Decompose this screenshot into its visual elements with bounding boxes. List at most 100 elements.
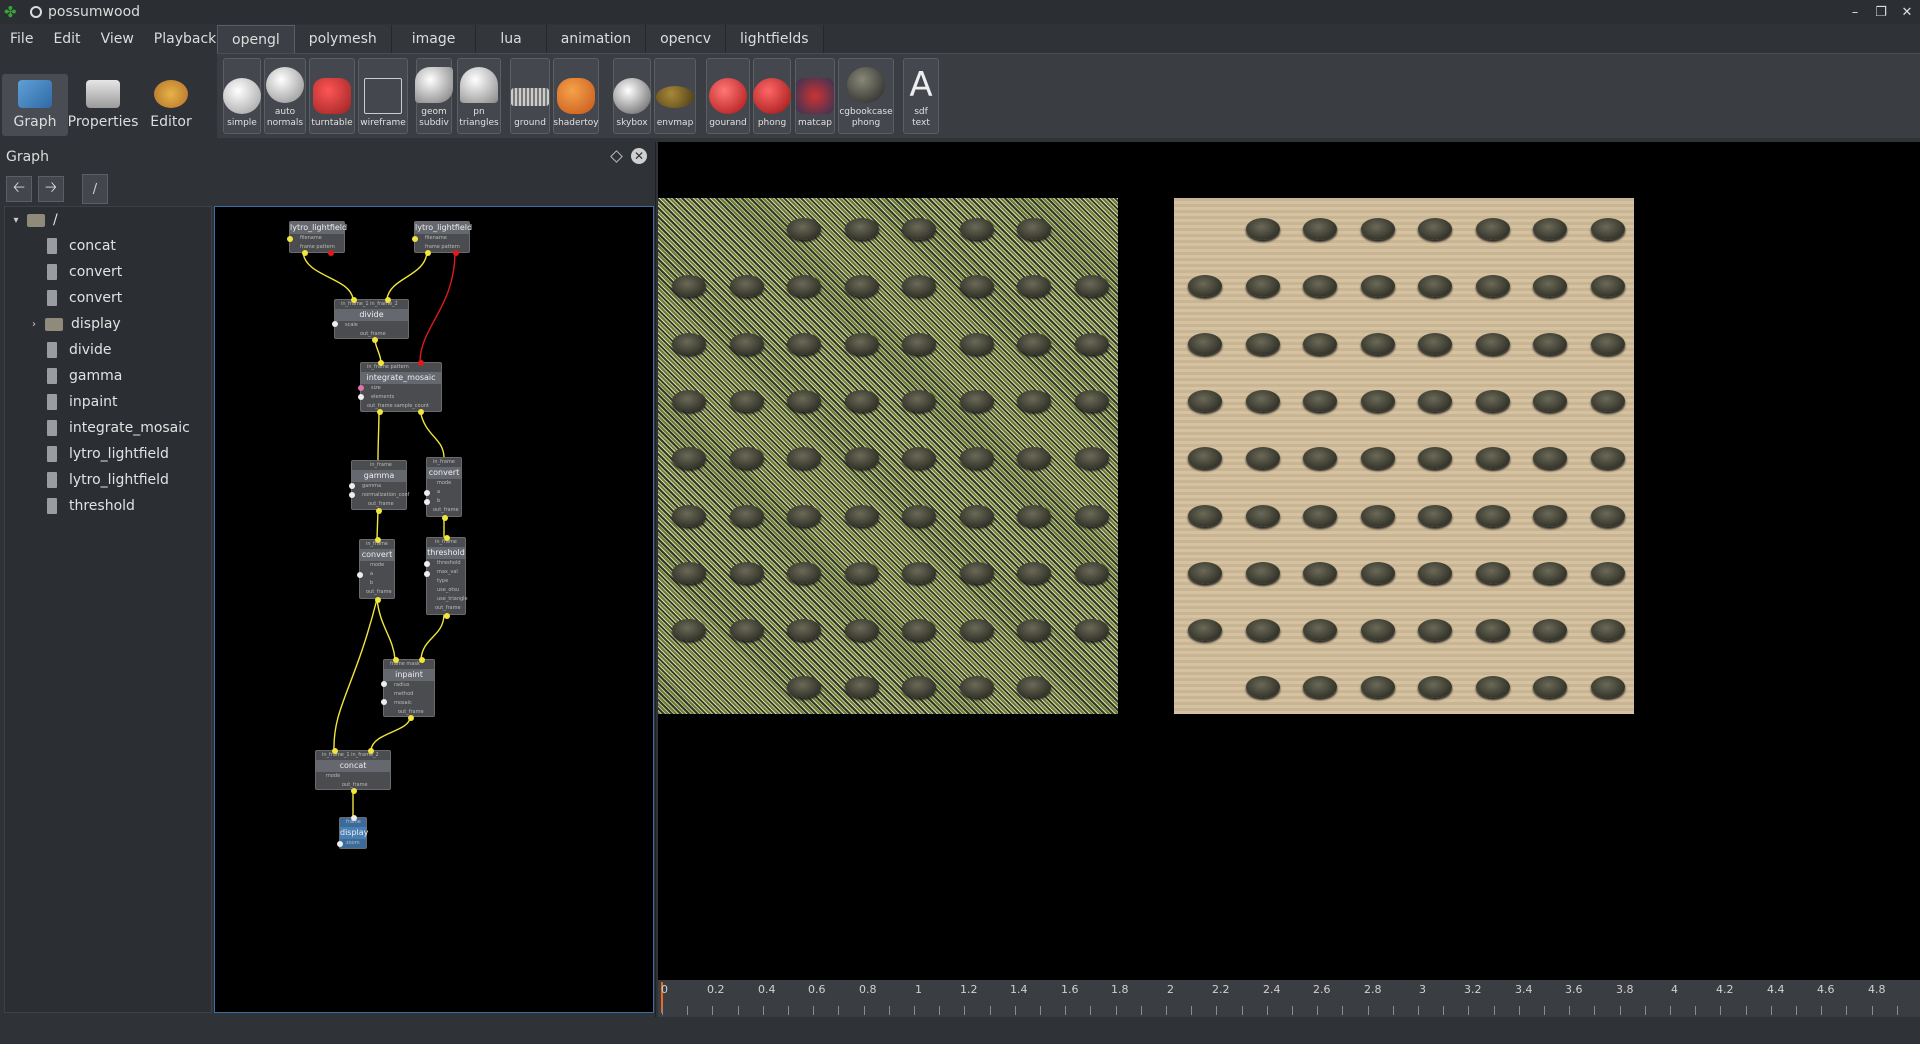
- forward-button[interactable]: 🡢: [38, 176, 64, 202]
- output-port[interactable]: [442, 515, 448, 521]
- tool-ground[interactable]: ground: [510, 58, 550, 134]
- input-port[interactable]: [351, 815, 357, 821]
- input-port[interactable]: [287, 236, 293, 242]
- input-port[interactable]: [358, 394, 364, 400]
- output-port[interactable]: [444, 613, 450, 619]
- tree-item[interactable]: divide: [5, 337, 211, 363]
- output-port[interactable]: [328, 250, 334, 256]
- tool-simple[interactable]: simple: [223, 58, 261, 134]
- tree-item[interactable]: › display: [5, 311, 211, 337]
- output-port[interactable]: [425, 250, 431, 256]
- node-integrate-mosaic[interactable]: in_frame pattern integrate_mosaic size e…: [358, 360, 442, 415]
- tool-sdf-text[interactable]: Asdf text: [903, 58, 939, 134]
- input-port[interactable]: [349, 492, 355, 498]
- tool-cgbookcase-phong[interactable]: cgbookcase phong: [838, 58, 894, 134]
- tool-pn-triangles[interactable]: pn triangles: [457, 58, 501, 134]
- tree-item[interactable]: gamma: [5, 363, 211, 389]
- output-port[interactable]: [408, 715, 414, 721]
- tab-opengl[interactable]: opengl: [217, 25, 295, 53]
- output-port[interactable]: [351, 788, 357, 794]
- node-convert-1[interactable]: in_frame convert mode a b out_frame: [424, 457, 462, 521]
- node-threshold[interactable]: in_frame threshold threshold max_val typ…: [424, 535, 468, 619]
- node-convert-2[interactable]: in_frame convert mode a b out_frame: [357, 537, 395, 603]
- node-lytro-lightfield-2[interactable]: lytro_lightfield filename frame pattern: [412, 221, 472, 256]
- node-inpaint[interactable]: frame mask inpaint radius method mosaic …: [381, 657, 435, 721]
- output-port[interactable]: [302, 250, 308, 256]
- tree-item[interactable]: threshold: [5, 493, 211, 519]
- input-port[interactable]: [418, 360, 424, 366]
- input-port[interactable]: [349, 483, 355, 489]
- output-port[interactable]: [418, 409, 424, 415]
- tree-item[interactable]: convert: [5, 285, 211, 311]
- input-port[interactable]: [424, 499, 430, 505]
- float-panel-icon[interactable]: [610, 149, 623, 163]
- input-port[interactable]: [381, 681, 387, 687]
- node-graph-canvas[interactable]: lytro_lightfield filename frame pattern …: [214, 206, 654, 1013]
- tab-animation[interactable]: animation: [546, 25, 647, 53]
- tool-matcap[interactable]: matcap: [795, 58, 835, 134]
- menu-edit[interactable]: Edit: [43, 31, 90, 47]
- tool-wireframe[interactable]: wireframe: [358, 58, 408, 134]
- tree-item[interactable]: lytro_lightfield: [5, 467, 211, 493]
- input-port[interactable]: [393, 657, 399, 663]
- input-port[interactable]: [358, 385, 364, 391]
- input-port[interactable]: [424, 490, 430, 496]
- input-port[interactable]: [357, 572, 363, 578]
- tool-envmap[interactable]: envmap: [654, 58, 696, 134]
- output-port[interactable]: [376, 508, 382, 514]
- graph-mode-button[interactable]: Graph: [2, 74, 68, 136]
- tool-geom-subdiv[interactable]: geom subdiv: [415, 58, 453, 134]
- close-window-button[interactable]: ✕: [1894, 0, 1920, 24]
- tree-item[interactable]: convert: [5, 259, 211, 285]
- input-port[interactable]: [368, 748, 374, 754]
- input-port[interactable]: [419, 657, 425, 663]
- tab-polymesh[interactable]: polymesh: [294, 25, 392, 53]
- editor-mode-button[interactable]: Editor: [138, 74, 204, 136]
- chevron-down-icon[interactable]: ▾: [9, 215, 23, 226]
- node-display[interactable]: frame display zoom: [337, 815, 368, 849]
- tool-phong[interactable]: phong: [753, 58, 791, 134]
- tree-root[interactable]: ▾ /: [5, 207, 211, 233]
- node-lytro-lightfield-1[interactable]: lytro_lightfield filename frame pattern: [287, 221, 347, 256]
- tab-image[interactable]: image: [391, 25, 477, 53]
- timeline[interactable]: 0 0.2 0.4 0.6 0.8 1 1.2 1.4 1.6 1.8 2 2.…: [658, 980, 1920, 1017]
- menu-view[interactable]: View: [91, 31, 144, 47]
- output-port[interactable]: [453, 250, 459, 256]
- properties-mode-button[interactable]: Properties: [68, 74, 138, 136]
- minimize-button[interactable]: –: [1842, 0, 1868, 24]
- output-port[interactable]: [375, 597, 381, 603]
- tree-item[interactable]: lytro_lightfield: [5, 441, 211, 467]
- input-port[interactable]: [378, 360, 384, 366]
- output-port[interactable]: [377, 409, 383, 415]
- maximize-button[interactable]: ❐: [1868, 0, 1894, 24]
- back-button[interactable]: 🡠: [6, 176, 32, 202]
- input-port[interactable]: [444, 535, 450, 541]
- tab-opencv[interactable]: opencv: [646, 25, 727, 53]
- tool-shadertoy[interactable]: shadertoy: [553, 58, 599, 134]
- input-port[interactable]: [375, 537, 381, 543]
- chevron-right-icon[interactable]: ›: [27, 319, 41, 330]
- menu-file[interactable]: File: [0, 31, 43, 47]
- input-port[interactable]: [351, 297, 357, 303]
- path-root-button[interactable]: /: [82, 174, 108, 204]
- input-port[interactable]: [381, 699, 387, 705]
- input-port[interactable]: [332, 748, 338, 754]
- node-gamma[interactable]: in_frame gamma gamma normalization_coef …: [349, 460, 409, 514]
- input-port[interactable]: [424, 571, 430, 577]
- input-port[interactable]: [424, 561, 430, 567]
- tree-item[interactable]: concat: [5, 233, 211, 259]
- input-port[interactable]: [337, 841, 343, 847]
- tree-item[interactable]: inpaint: [5, 389, 211, 415]
- opengl-viewport[interactable]: [658, 142, 1920, 980]
- input-port[interactable]: [412, 236, 418, 242]
- node-divide[interactable]: in_frame_1 in_frame_2 divide scale out_f…: [332, 297, 409, 343]
- tab-lightfields[interactable]: lightfields: [726, 25, 824, 53]
- tab-lua[interactable]: lua: [476, 25, 547, 53]
- node-concat[interactable]: in_frame_1 in_frame_2 concat mode out_fr…: [315, 748, 391, 794]
- tool-skybox[interactable]: skybox: [613, 58, 651, 134]
- pin-icon[interactable]: [30, 6, 42, 18]
- tool-auto-normals[interactable]: auto normals: [264, 58, 306, 134]
- tree-item[interactable]: integrate_mosaic: [5, 415, 211, 441]
- input-port[interactable]: [385, 297, 391, 303]
- tool-gourand[interactable]: gourand: [706, 58, 750, 134]
